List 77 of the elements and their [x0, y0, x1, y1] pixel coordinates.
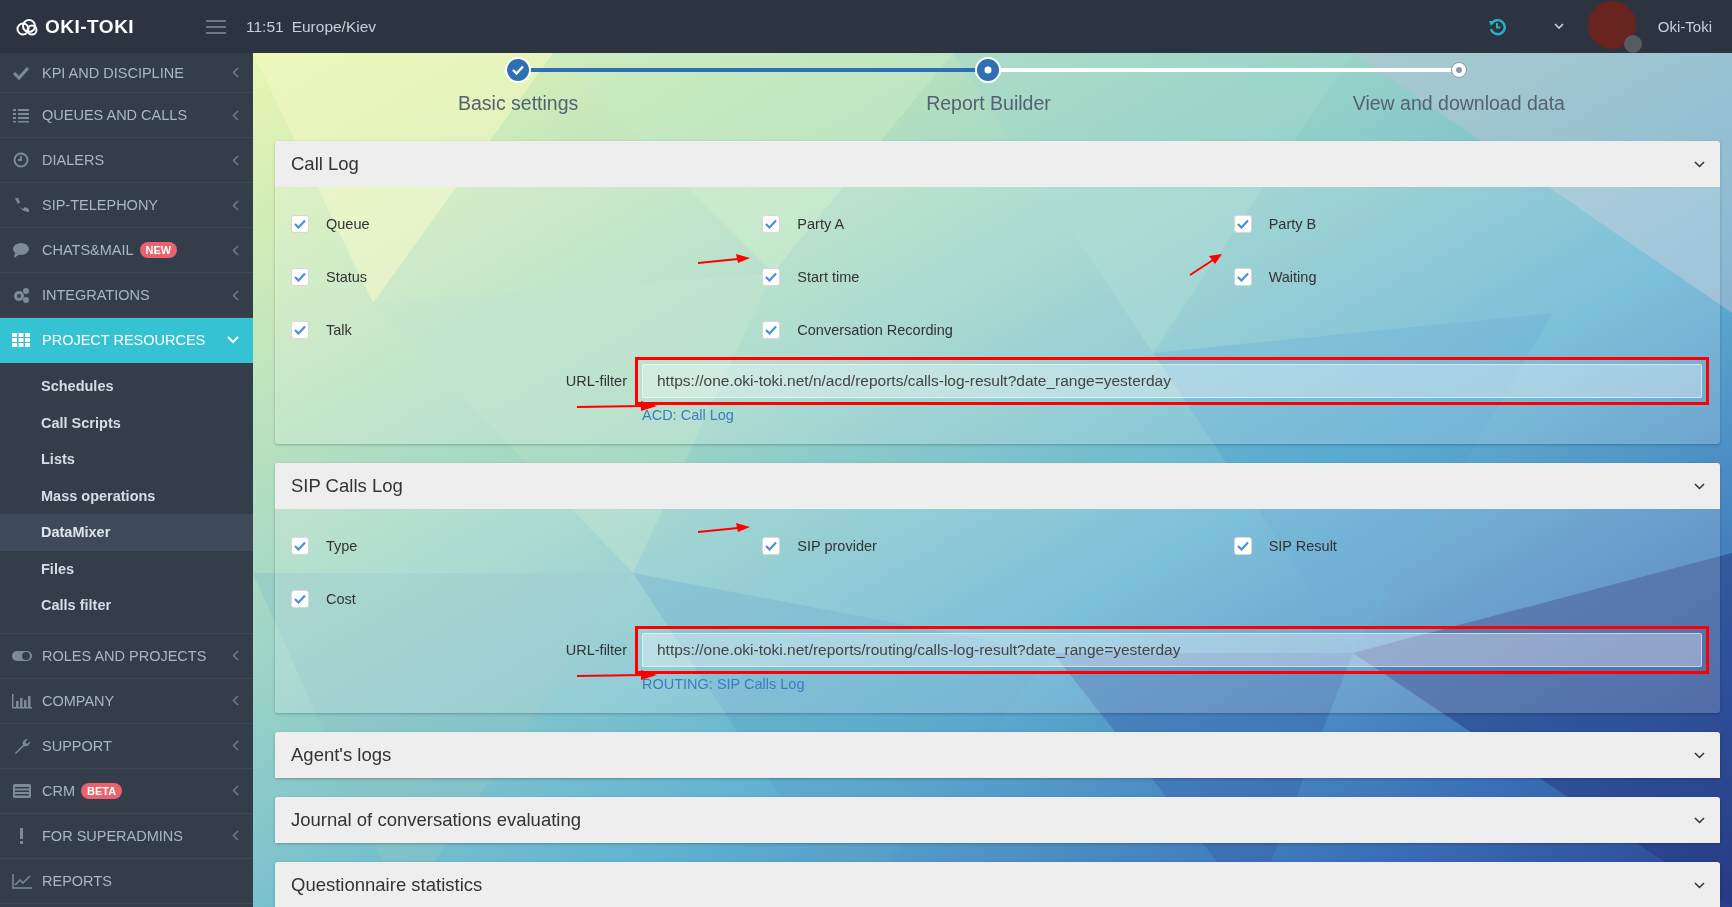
step-label: Basic settings [458, 92, 579, 115]
field-label: URL-filter [565, 373, 627, 389]
badge: NEW [139, 242, 178, 258]
brand-logo: OKI-TOKI [45, 15, 135, 38]
chevron-down-icon [1694, 160, 1705, 168]
panel-header[interactable]: Journal of conversations evaluating [275, 797, 1720, 843]
chevron-down-icon [1694, 881, 1705, 889]
field-label: URL-filter [565, 642, 627, 658]
list-icon [12, 106, 32, 124]
bar-chart-icon [12, 691, 32, 710]
chevron-left-icon [232, 740, 239, 751]
submenu-item[interactable]: Files [0, 550, 253, 587]
panel-header[interactable]: Agent's logs [275, 732, 1720, 778]
cloud-logo-icon [15, 17, 39, 36]
chevron-left-icon [232, 289, 239, 301]
phone-icon [12, 196, 32, 214]
sidebar-item[interactable]: CRM BETA [0, 768, 253, 814]
sidebar-item[interactable]: ROLES AND PROJECTS [0, 633, 253, 679]
chevron-left-icon [232, 154, 239, 166]
chevron-down-icon [227, 336, 239, 344]
sidebar-item[interactable]: CHATS&MAIL NEW [0, 228, 253, 273]
checkbox-label: Queue [326, 215, 370, 232]
chevron-down-icon [1694, 482, 1705, 490]
checkbox-label: Status [326, 268, 368, 285]
checkbox-label: Conversation Recording [797, 321, 953, 338]
submenu-item[interactable]: DataMixer [0, 514, 253, 551]
checkbox-label: Talk [326, 321, 352, 338]
url-field[interactable]: https://one.oki-toki.net/reports/routing/calls-log-result?date_range=yesterday [642, 633, 1702, 667]
chevron-down-icon[interactable] [1553, 23, 1564, 30]
url-field[interactable]: https://one.oki-toki.net/n/acd/reports/calls-log-result?date_range=yesterday [642, 364, 1702, 398]
chevron-left-icon [232, 830, 239, 841]
timezone: Europe/Kiev [291, 17, 377, 36]
chevron-left-icon [232, 785, 239, 796]
panel-title: Journal of conversations evaluating [291, 809, 582, 831]
exclamation-icon [20, 826, 23, 845]
checkbox-label: Type [326, 537, 358, 554]
chevron-left-icon [232, 67, 239, 78]
user-name[interactable]: Oki-Toki [1657, 18, 1712, 35]
submenu-item[interactable]: Schedules [0, 368, 253, 405]
panel-title: Questionnaire statistics [291, 874, 484, 896]
chevron-left-icon [232, 244, 239, 256]
user-avatar[interactable] [1587, 0, 1642, 53]
chevron-left-icon [232, 650, 239, 661]
chevron-left-icon [232, 199, 239, 211]
checkbox-label: Party A [797, 215, 845, 232]
panel-title: SIP Calls Log [291, 475, 404, 497]
sidebar-item[interactable]: COMPANY [0, 678, 253, 724]
step-pending-icon[interactable] [1449, 61, 1468, 79]
chevron-down-icon [1694, 751, 1705, 759]
chevron-down-icon [1694, 816, 1705, 824]
step-label: Report Builder [926, 92, 1051, 115]
panel-header[interactable]: Call Log [275, 141, 1720, 187]
panel-title: Agent's logs [291, 744, 393, 766]
grid-icon [12, 331, 32, 349]
step-label: View and download data [1352, 92, 1565, 115]
menu-button[interactable] [206, 19, 226, 34]
chevron-left-icon [232, 695, 239, 706]
badge: BETA [81, 782, 123, 799]
checkbox-label: Start time [797, 268, 860, 285]
checkbox-label: Cost [326, 590, 356, 607]
panel-title: Call Log [291, 153, 360, 175]
card-list-icon [12, 781, 32, 800]
submenu-item[interactable]: Calls filter [0, 587, 253, 624]
submenu-item[interactable]: Mass operations [0, 477, 253, 514]
checkbox-label: Waiting [1268, 268, 1317, 285]
submenu-item[interactable]: Call Scripts [0, 404, 253, 441]
panel-header[interactable]: SIP Calls Log [275, 463, 1720, 509]
chevron-left-icon [232, 109, 239, 121]
checkbox-label: Party B [1268, 215, 1317, 232]
checkbox-label: SIP Result [1268, 537, 1337, 554]
checkbox-label: SIP provider [797, 537, 877, 554]
submenu-item[interactable]: Lists [0, 441, 253, 478]
panel-header[interactable]: Questionnaire statistics [275, 862, 1720, 907]
clock-time: 11:51 [246, 17, 284, 36]
history-icon[interactable] [1487, 17, 1506, 36]
line-chart-icon [12, 871, 32, 890]
chat-bubble-icon [12, 241, 32, 259]
